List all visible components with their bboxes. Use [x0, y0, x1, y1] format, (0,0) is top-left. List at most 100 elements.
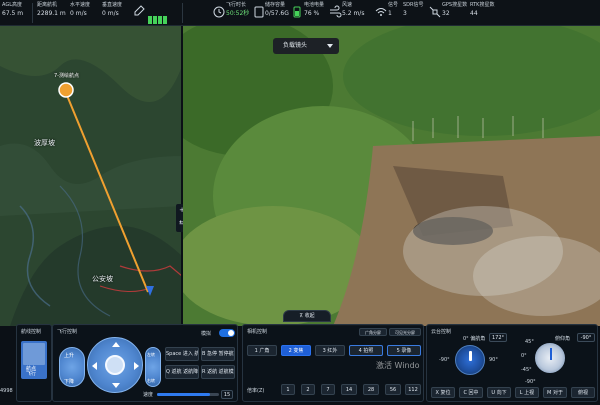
waypoint-label: 7-测绘航点	[54, 73, 79, 79]
yaw-value[interactable]: 172°	[489, 333, 507, 342]
yaw-tick-right: 90°	[489, 357, 498, 363]
satellite-icon	[429, 6, 441, 18]
gimbal-control-panel: 云台控制 0° 偏航角 172° -90° 90° 俯仰角 -90° 45° 0…	[426, 324, 598, 402]
battery-indicator	[148, 9, 172, 24]
camera-panel-title: 相机控制	[247, 329, 268, 335]
speed-label: 速度	[143, 392, 154, 398]
storage-icon	[254, 6, 264, 18]
map-view[interactable]: 7-测绘航点 波厚坡 公安坡	[0, 26, 182, 326]
speed-value[interactable]: 15	[221, 390, 233, 399]
wifi-icon	[375, 8, 387, 16]
dpad-center-button[interactable]	[105, 355, 125, 375]
arrow-up-icon[interactable]	[112, 342, 120, 347]
pitch-label: 俯仰角	[555, 336, 571, 342]
emergency-stop-button[interactable]: B 急停 暂停航行	[201, 347, 235, 361]
zoom-level-56[interactable]: 56	[385, 384, 401, 395]
yaw-needle	[469, 351, 472, 361]
visible-split-chip[interactable]: 可见光分屏	[389, 328, 421, 336]
telemetry-storage: 储存容量 0/57.6G	[265, 2, 289, 17]
wide-split-chip[interactable]: 广角分屏	[359, 328, 387, 336]
ascend-label: 上升	[64, 353, 75, 359]
gimbal-nadir-button[interactable]: 俯视	[571, 387, 595, 398]
zoom-level-label: 倍率(Z)	[247, 388, 265, 394]
lens-select-label: 负载镜头	[283, 42, 308, 49]
route-panel-title: 航线控制	[21, 329, 42, 335]
watermark-text: 激活 Windo	[376, 361, 420, 370]
waypoint-marker	[58, 82, 74, 98]
pitch-dial[interactable]	[535, 343, 565, 373]
clock-icon	[213, 6, 225, 18]
map-place-label: 公安坡	[92, 275, 113, 283]
yaw-tick-left: -90°	[439, 357, 450, 363]
zoom-level-14[interactable]: 14	[341, 384, 357, 395]
turn-right-label: 右转	[147, 378, 155, 383]
yaw-pad[interactable]: 左转 右转	[145, 347, 161, 387]
zoom-level-112[interactable]: 112	[405, 384, 421, 395]
map-place-label: 波厚坡	[34, 139, 55, 147]
return-home-button[interactable]: Q 返航 返航降落	[165, 365, 199, 379]
arrow-left-icon[interactable]	[92, 362, 97, 370]
descend-label: 下降	[64, 379, 75, 385]
flight-panel-title: 飞行控制	[57, 329, 78, 335]
telemetry-vspeed: 垂直速度 0 m/s	[102, 2, 123, 17]
pitch-value[interactable]: -90°	[577, 333, 595, 342]
gimbal-up-button[interactable]: L 上视	[515, 387, 539, 398]
zoom-level-28[interactable]: 28	[363, 384, 379, 395]
simulation-toggle[interactable]	[219, 329, 235, 337]
arrow-down-icon[interactable]	[112, 383, 120, 388]
route-preview-icon	[23, 343, 45, 365]
flight-control-panel: 飞行控制 模拟 上升 下降 左转 右转 Space 进入 航点继续 B 急停 暂…	[52, 324, 238, 402]
speed-slider-fill	[157, 393, 210, 396]
camera-mode-wide[interactable]: 1 广角	[247, 345, 277, 356]
zoom-level-2[interactable]: 2	[301, 384, 315, 395]
brush-icon	[134, 5, 145, 16]
telemetry-sdr: SDR信号 3	[403, 2, 424, 17]
yaw-label: 0° 偏航角	[463, 336, 486, 342]
camera-photo-button[interactable]: 4 拍照	[349, 345, 383, 356]
pitch-tick-minus45: -45°	[521, 367, 532, 373]
telemetry-bar: AGL高度 67.5 m 距离航机 2289.1 m 水平速度 0 m/s 垂直速度 0…	[0, 0, 600, 26]
telemetry-rtk: RTK搜星数 44	[470, 2, 495, 17]
control-bar: 航线控制 航点 飞行 4998 飞行控制 模拟 上升 下降 左转 右转 Spac…	[0, 320, 600, 405]
zoom-level-1[interactable]: 1	[281, 384, 295, 395]
route-control-panel: 航线控制 航点 飞行	[16, 324, 52, 402]
camera-record-button[interactable]: 5 录像	[387, 345, 421, 356]
pitch-tick-minus90: -90°	[525, 379, 536, 385]
pitch-tick-0: 0°	[521, 353, 527, 359]
camera-mode-zoom[interactable]: 2 变焦	[281, 345, 311, 356]
wind-icon	[330, 5, 342, 18]
telemetry-flighttime: 飞行时长 50:52秒	[226, 2, 250, 17]
telemetry-gps: GPS搜星数 32	[442, 2, 468, 17]
yaw-dial[interactable]	[455, 345, 485, 375]
speed-slider[interactable]	[157, 393, 219, 396]
gimbal-align-button[interactable]: M 对于	[543, 387, 567, 398]
gimbal-center-button[interactable]: C 回中	[459, 387, 483, 398]
map-terrain	[0, 26, 182, 326]
lens-select[interactable]: 负载镜头	[273, 38, 339, 54]
route-mode-label: 航点 飞行	[26, 366, 37, 377]
return-mode-button[interactable]: R 返航 返航模式	[201, 365, 235, 379]
camera-mode-ir[interactable]: 3 红外	[315, 345, 345, 356]
feed-scene	[183, 26, 600, 326]
telemetry-agl: AGL高度 67.5 m	[2, 2, 24, 17]
gimbal-reset-button[interactable]: X 复位	[431, 387, 455, 398]
resume-route-button[interactable]: Space 进入 航点继续	[165, 347, 199, 361]
telemetry-distance: 距离航机 2289.1 m	[37, 2, 66, 17]
telemetry-wind: 风速 5.2 m/s	[342, 2, 365, 17]
pitch-tick-45: 45°	[525, 339, 534, 345]
telemetry-hspeed: 水平速度 0 m/s	[70, 2, 91, 17]
route-mode-tile[interactable]: 航点 飞行	[21, 341, 47, 379]
gimbal-down-button[interactable]: U 向下	[487, 387, 511, 398]
battery-icon	[293, 6, 301, 18]
camera-feed[interactable]: 负载镜头	[183, 26, 600, 326]
direction-pad[interactable]	[87, 337, 143, 393]
turn-left-label: 左转	[147, 352, 155, 357]
telemetry-battery: 电池电量 76 %	[304, 2, 325, 17]
simulation-toggle-label: 模拟	[201, 331, 212, 337]
chevron-down-icon	[327, 44, 333, 48]
throttle-pad[interactable]: 上升 下降	[59, 347, 85, 387]
pitch-needle	[550, 348, 552, 360]
zoom-level-7[interactable]: 7	[321, 384, 335, 395]
arrow-right-icon[interactable]	[134, 362, 139, 370]
left-readout: 4998	[0, 388, 13, 394]
